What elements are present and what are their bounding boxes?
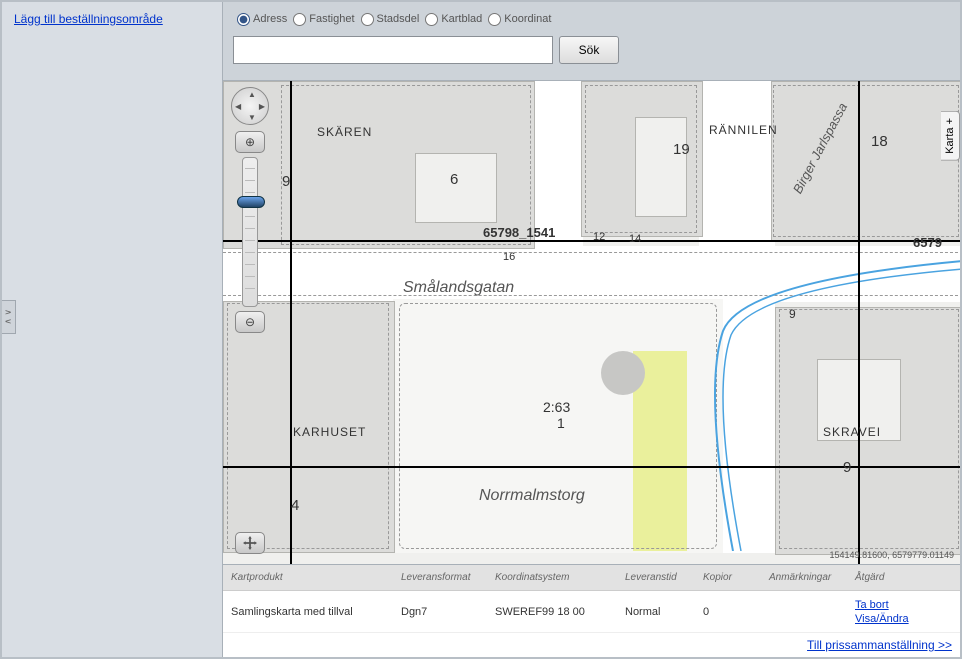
th-format: Leveransformat xyxy=(401,572,495,583)
search-button[interactable]: Sök xyxy=(559,36,619,64)
map-num-9c: 9 xyxy=(843,459,851,476)
td-time: Normal xyxy=(625,606,703,618)
map-num-16: 16 xyxy=(503,251,515,263)
map-viewport[interactable]: SKÄREN RÄNNILEN KARHUSET SKRAVEI Småland… xyxy=(223,80,960,565)
move-icon xyxy=(243,536,257,550)
td-action: Ta bort Visa/Ändra xyxy=(855,598,945,626)
map-label-rannilen: RÄNNILEN xyxy=(709,123,778,137)
search-input[interactable] xyxy=(233,36,553,64)
water-line xyxy=(683,231,960,551)
radio-koordinat[interactable]: Koordinat xyxy=(488,13,551,26)
search-bar: Adress Fastighet Stadsdel Kartblad Koord… xyxy=(223,2,960,80)
map-label-1: 1 xyxy=(557,415,565,431)
radio-stadsdel[interactable]: Stadsdel xyxy=(361,13,420,26)
coord-readout: 154149.81600, 6579779.01149 xyxy=(830,550,954,560)
karta-layer-tab[interactable]: Karta + xyxy=(941,111,960,161)
footer-row: Till prissammanställning >> xyxy=(223,633,960,657)
zoom-out-icon: ⊖ xyxy=(245,315,255,329)
map-controls: ▲ ▼ ◀ ▶ ⊕ ⊖ xyxy=(231,87,275,337)
map-label-smalandsgatan: Smålandsgatan xyxy=(403,279,514,297)
radio-adress-label: Adress xyxy=(253,13,287,25)
zoom-slider-track[interactable] xyxy=(242,157,258,307)
radio-fastighet[interactable]: Fastighet xyxy=(293,13,354,26)
zoom-in-icon: ⊕ xyxy=(245,135,255,149)
map-num-12: 12 xyxy=(593,231,605,243)
td-format: Dgn7 xyxy=(401,606,495,618)
map-grid-65798: 65798_1541 xyxy=(483,225,555,240)
map-label-norrmalmstorg: Norrmalmstorg xyxy=(479,487,585,505)
radio-koordinat-input[interactable] xyxy=(488,13,501,26)
move-tool-button[interactable] xyxy=(235,532,265,554)
td-copies: 0 xyxy=(703,606,769,618)
app-frame: ∧ ∨ Lägg till beställningsområde Adress … xyxy=(0,0,962,659)
radio-kartblad-label: Kartblad xyxy=(441,13,482,25)
map-label-skravei: SKRAVEI xyxy=(823,425,881,439)
radio-stadsdel-label: Stadsdel xyxy=(377,13,420,25)
map-num-19: 19 xyxy=(673,141,690,158)
order-table: Kartprodukt Leveransformat Koordinatsyst… xyxy=(223,565,960,657)
pan-control[interactable]: ▲ ▼ ◀ ▶ xyxy=(231,87,269,125)
radio-kartblad-input[interactable] xyxy=(425,13,438,26)
radio-stadsdel-input[interactable] xyxy=(361,13,374,26)
radio-adress[interactable]: Adress xyxy=(237,13,287,26)
radio-fastighet-input[interactable] xyxy=(293,13,306,26)
left-panel: Lägg till beställningsområde xyxy=(2,2,222,657)
table-row: Samlingskarta med tillval Dgn7 SWEREF99 … xyxy=(223,591,960,633)
remove-link[interactable]: Ta bort xyxy=(855,598,945,612)
th-time: Leveranstid xyxy=(625,572,703,583)
table-header: Kartprodukt Leveransformat Koordinatsyst… xyxy=(223,565,960,591)
th-action: Åtgärd xyxy=(855,572,945,583)
pan-right-icon[interactable]: ▶ xyxy=(259,102,265,111)
th-product: Kartprodukt xyxy=(223,572,401,583)
add-order-area-link[interactable]: Lägg till beställningsområde xyxy=(14,12,163,26)
price-summary-link[interactable]: Till prissammanställning >> xyxy=(807,638,952,652)
map-label-karhuset: KARHUSET xyxy=(293,425,366,439)
map-num-18: 18 xyxy=(871,133,888,150)
radio-kartblad[interactable]: Kartblad xyxy=(425,13,482,26)
radio-adress-input[interactable] xyxy=(237,13,250,26)
map-num-4: 4 xyxy=(291,497,299,514)
map-num-9: 9 xyxy=(282,173,290,190)
pan-up-icon[interactable]: ▲ xyxy=(248,90,256,99)
map-label-263: 2:63 xyxy=(543,399,570,415)
zoom-in-button[interactable]: ⊕ xyxy=(235,131,265,153)
map-num-9b: 9 xyxy=(789,307,796,321)
edit-link[interactable]: Visa/Ändra xyxy=(855,612,945,626)
td-coord: SWEREF99 18 00 xyxy=(495,606,625,618)
th-coord: Koordinatsystem xyxy=(495,572,625,583)
zoom-slider-handle[interactable] xyxy=(237,196,265,208)
map-grid-6579: 6579 xyxy=(913,235,942,250)
map-label-skaren: SKÄREN xyxy=(317,125,372,139)
map-num-6: 6 xyxy=(450,171,458,188)
map-num-14: 14 xyxy=(629,233,641,245)
zoom-out-button[interactable]: ⊖ xyxy=(235,311,265,333)
th-notes: Anmärkningar xyxy=(769,572,855,583)
main-panel: Adress Fastighet Stadsdel Kartblad Koord… xyxy=(222,2,960,657)
side-collapse-tab[interactable]: ∧ ∨ xyxy=(2,300,16,334)
th-copies: Kopior xyxy=(703,572,769,583)
search-type-radios: Adress Fastighet Stadsdel Kartblad Koord… xyxy=(237,8,950,30)
map-canvas: SKÄREN RÄNNILEN KARHUSET SKRAVEI Småland… xyxy=(223,81,960,564)
radio-fastighet-label: Fastighet xyxy=(309,13,354,25)
radio-koordinat-label: Koordinat xyxy=(504,13,551,25)
pan-left-icon[interactable]: ◀ xyxy=(235,102,241,111)
pan-down-icon[interactable]: ▼ xyxy=(248,113,256,122)
td-product: Samlingskarta med tillval xyxy=(223,606,401,618)
